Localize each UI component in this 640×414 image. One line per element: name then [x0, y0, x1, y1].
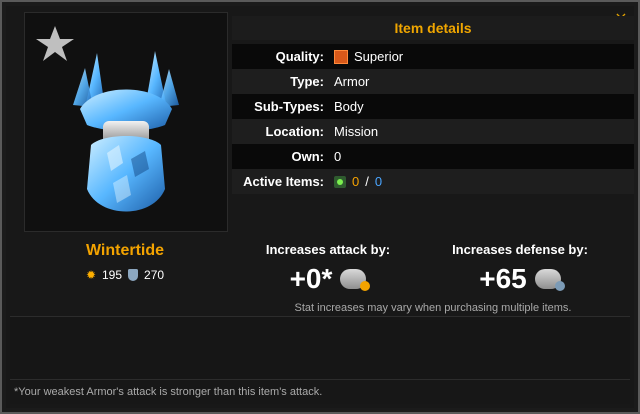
- type-value: Armor: [334, 74, 370, 89]
- defense-bonus-block: Increases defense by: +65: [430, 242, 610, 295]
- defense-icon: [128, 269, 139, 281]
- attack-bonus-value: +0*: [289, 263, 333, 294]
- detail-row-location: Location: Mission: [232, 119, 634, 144]
- attack-bonus-value-row: +0*: [238, 263, 418, 295]
- active-items-separator: /: [365, 174, 369, 189]
- location-value: Mission: [334, 124, 379, 139]
- detail-row-type: Type: Armor: [232, 69, 634, 94]
- header-bar: Item details: [232, 16, 634, 40]
- quality-value: Superior: [354, 49, 404, 64]
- attack-bonus-label: Increases attack by:: [265, 242, 391, 257]
- own-label: Own:: [291, 149, 325, 164]
- footer-note: *Your weakest Armor's attack is stronger…: [10, 379, 630, 404]
- detail-row-active-items: Active Items: 0 / 0: [232, 169, 634, 194]
- active-items-label: Active Items:: [243, 174, 324, 189]
- quality-gem-icon: [334, 49, 348, 64]
- active-items-total: 0: [374, 174, 383, 189]
- item-details-window: ⨯: [0, 0, 640, 414]
- active-items-count: 0: [352, 174, 360, 189]
- active-items-icon: [334, 175, 346, 188]
- item-name: Wintertide: [85, 242, 165, 259]
- attack-icon: ✹: [85, 268, 96, 282]
- item-attack-value: 195: [102, 268, 123, 282]
- own-value: 0: [334, 149, 342, 164]
- defense-bonus-label: Increases defense by:: [452, 242, 588, 257]
- window-inner: ⨯: [6, 6, 634, 408]
- attack-bonus-block: Increases attack by: +0*: [238, 242, 418, 295]
- active-items-value-container: 0 / 0: [330, 174, 382, 189]
- item-stats: ✹ 195 270: [24, 268, 226, 282]
- detail-row-quality: Quality: Superior: [232, 44, 634, 69]
- attack-bonus-icon: [340, 269, 371, 291]
- subtypes-value: Body: [334, 99, 364, 114]
- item-defense-value: 270: [144, 268, 165, 282]
- armor-image: [73, 51, 179, 212]
- defense-bonus-icon: [534, 269, 565, 291]
- quality-label: Quality:: [275, 49, 324, 64]
- detail-row-own: Own: 0: [232, 144, 634, 169]
- defense-bonus-value-row: +65: [430, 263, 610, 295]
- quality-value-container: Superior: [330, 49, 403, 64]
- type-label: Type:: [290, 74, 324, 89]
- stat-note: Stat increases may vary when purchasing …: [294, 302, 572, 314]
- item-image-card: [24, 12, 228, 232]
- defense-bonus-value: +65: [479, 263, 527, 294]
- details-table: Quality: Superior Type: Armor Sub-Types:…: [232, 44, 634, 194]
- detail-row-subtypes: Sub-Types: Body: [232, 94, 634, 119]
- location-label: Location:: [265, 124, 325, 139]
- subtypes-label: Sub-Types:: [254, 99, 324, 114]
- window-title: Item details: [394, 20, 472, 36]
